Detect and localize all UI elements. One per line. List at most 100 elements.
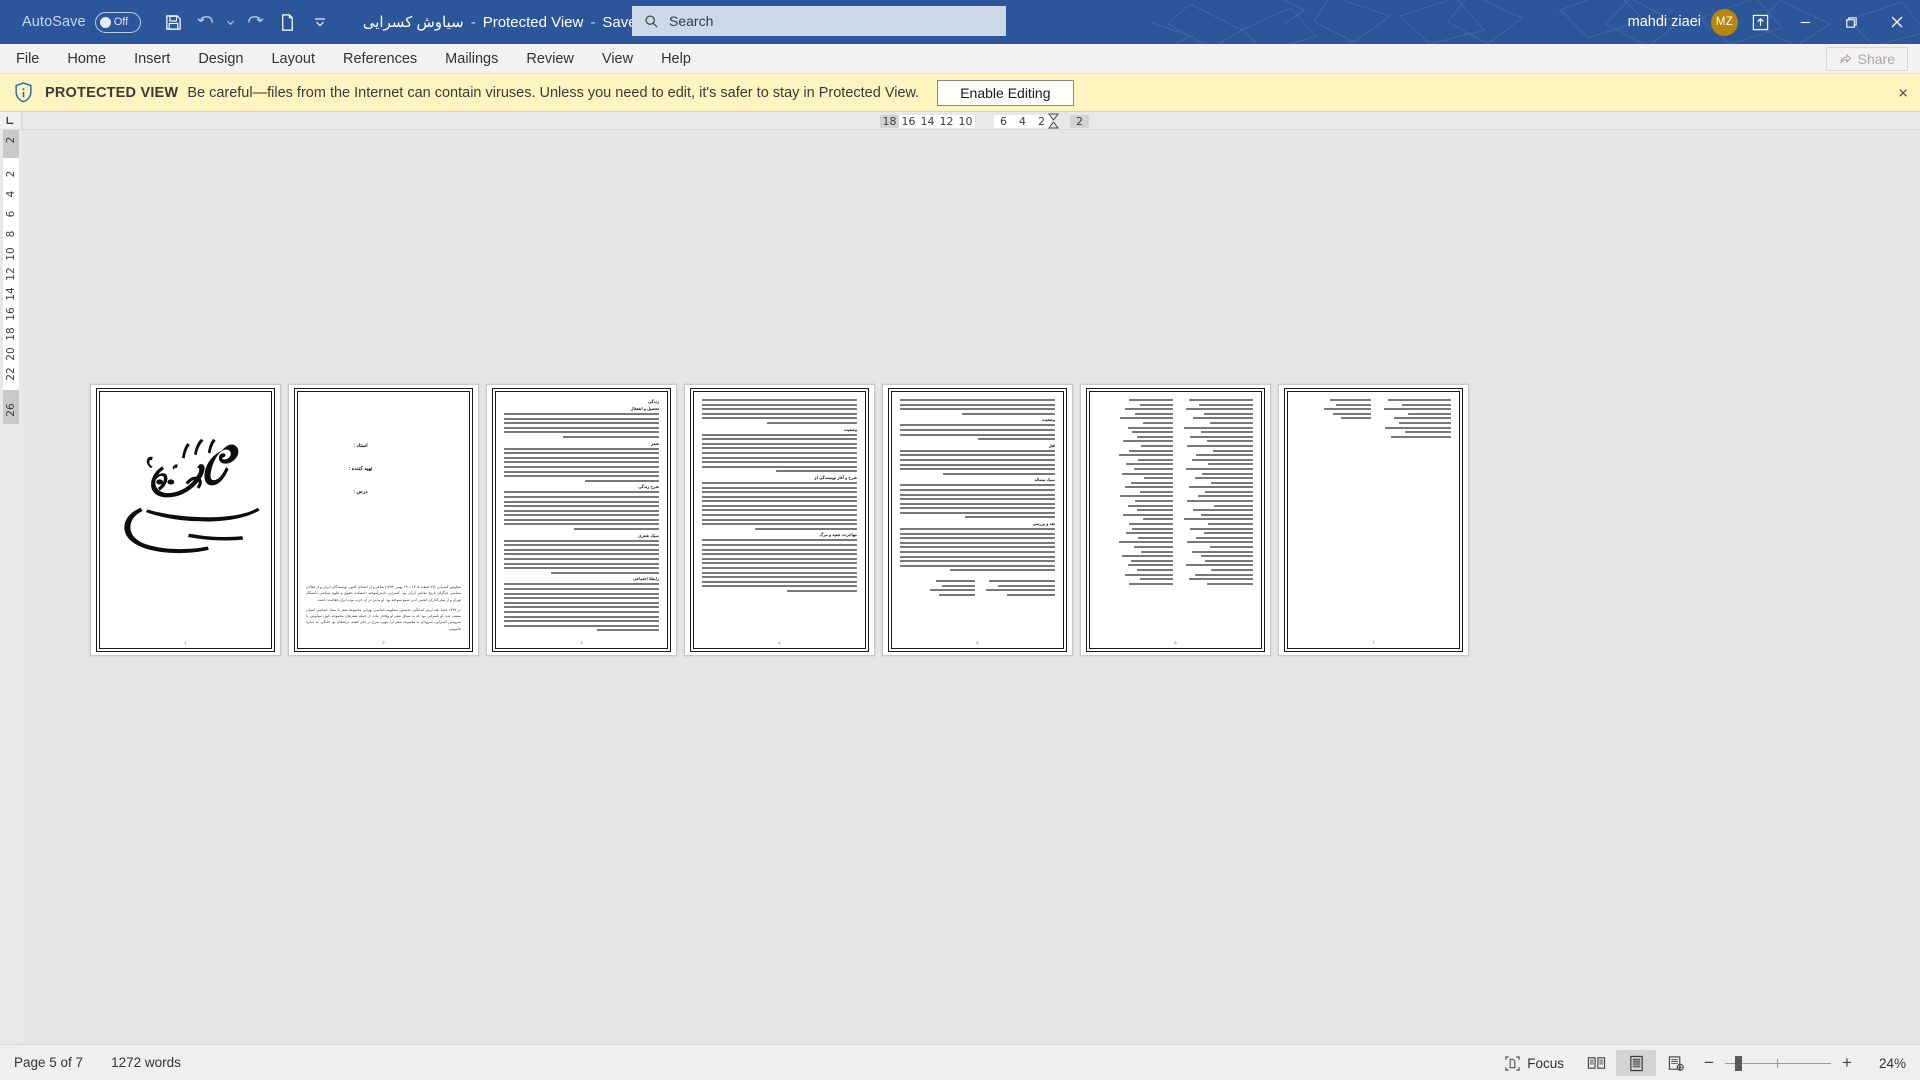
page-4-heading-1: وضعیت [844,426,857,432]
left-tab-stop-icon[interactable] [0,112,22,129]
zoom-out-button[interactable]: − [1696,1053,1722,1073]
autosave-label: AutoSave [22,14,86,30]
focus-mode-button[interactable]: Focus [1493,1050,1576,1076]
pages-strip: 1 استاد : تهیه کننده : درس : سیاوش کسرای… [90,384,1469,656]
page-7-poem-columns [1296,399,1451,440]
avatar[interactable]: MZ [1711,8,1738,36]
ruler-tick-10: 10 [956,114,975,128]
vertical-ruler[interactable]: 2 2 4 6 8 10 12 14 16 18 20 22 26 [0,130,22,1044]
minimize-button[interactable] [1782,0,1828,44]
tab-home[interactable]: Home [53,45,120,73]
enable-editing-button[interactable]: Enable Editing [937,79,1074,106]
close-icon[interactable]: × [1898,84,1908,101]
status-bar: Page 5 of 7 1272 words Focus − + 24% [0,1044,1920,1080]
redo-icon[interactable] [241,7,271,37]
hanging-indent-marker[interactable] [1048,122,1059,129]
title-separator-2: - [590,13,596,31]
page-3-heading-1: زندگی [648,399,659,404]
page-4-number: 4 [778,640,781,645]
search-icon [644,14,659,29]
read-mode-icon[interactable] [1576,1050,1616,1076]
title-separator-1: - [470,13,476,31]
word-count[interactable]: 1272 words [111,1055,181,1070]
tab-mailings[interactable]: Mailings [431,45,512,73]
vruler-tick-22: 22 [5,367,17,381]
tab-design[interactable]: Design [184,45,257,73]
tab-help[interactable]: Help [647,45,705,73]
page-5-heading-2: قتل [1048,442,1055,448]
document-page-6[interactable]: 6 [1080,384,1271,656]
ruler-tick-18: 18 [880,114,899,128]
tab-layout[interactable]: Layout [257,45,329,73]
zoom-in-button[interactable]: + [1834,1053,1860,1073]
search-input[interactable]: Search [632,6,1006,36]
ruler-tick-2b: 2 [1070,114,1089,128]
page-canvas[interactable]: 1 استاد : تهیه کننده : درس : سیاوش کسرای… [22,130,1920,1044]
first-line-indent-marker[interactable] [1048,113,1059,121]
page-5-number: 5 [976,640,979,645]
autosave-toggle[interactable]: AutoSave Off [22,11,141,33]
page-2-number: 2 [382,640,385,645]
page-4-heading-3: مهاجرت، تبعید و مرگ [819,532,857,538]
vruler-tick-14: 14 [5,287,17,301]
bismillah-calligraphy [124,438,260,554]
ruler-tick-16: 16 [899,114,918,128]
restore-button[interactable] [1828,0,1874,44]
page-5-heading-4: نقد و بررسی [1032,521,1055,527]
document-page-7[interactable]: 7 [1278,384,1469,656]
page-6-number: 6 [1174,640,1177,645]
document-page-5[interactable]: وضعیت قتل سبک مساله نقد و بررسی 5 [882,384,1073,656]
page-6-poem-columns [1098,399,1253,587]
page-5-poem [900,580,1055,598]
undo-dropdown-icon[interactable] [223,7,239,37]
quick-access-toolbar [159,7,335,37]
ribbon-display-options-icon[interactable] [1738,0,1782,44]
tab-view[interactable]: View [588,45,647,73]
page-4-heading-2: شرح و آغاز نویسندگی او [814,474,857,480]
page-5-content: وضعیت قتل سبک مساله نقد و بررسی 5 [888,388,1067,652]
tab-review[interactable]: Review [512,45,588,73]
document-name: سیاوش کسرایی [362,14,464,31]
horizontal-ruler[interactable]: 18 16 14 12 10 6 4 2 2 [0,112,1920,130]
new-blank-document-icon[interactable] [273,7,303,37]
field-author: تهیه کننده : [348,466,373,472]
document-page-2[interactable]: استاد : تهیه کننده : درس : سیاوش کسرایی … [288,384,479,656]
vruler-tick-26: 26 [5,403,17,417]
user-name: mahdi ziaei [1627,14,1701,30]
focus-mode-icon [1505,1055,1520,1071]
page-7-content: 7 [1284,388,1463,652]
autosave-switch[interactable]: Off [94,11,141,33]
ruler-tick-4: 4 [1013,114,1032,128]
save-icon[interactable] [159,7,189,37]
web-layout-icon[interactable] [1656,1050,1696,1076]
field-instructor: استاد : [353,443,368,449]
customize-quick-access-toolbar-icon[interactable] [305,7,335,37]
document-page-4[interactable]: وضعیت شرح و آغاز نویسندگی او مهاجرت، تبع… [684,384,875,656]
search-placeholder: Search [669,13,714,29]
page-3-heading-2: تحصیل و اشتغال [630,406,659,411]
page-7-poem-column-right [1377,399,1451,440]
zoom-slider[interactable] [1725,1055,1831,1071]
protected-view-state: Protected View [482,13,584,31]
page-indicator[interactable]: Page 5 of 7 [14,1055,83,1070]
page-3-content: زندگی تحصیل و اشتغال شعر شرح زندگی سبک ش… [492,388,671,652]
tab-insert[interactable]: Insert [120,45,184,73]
vruler-tick-4: 4 [5,190,17,198]
vruler-tick-18: 18 [5,327,17,341]
page-6-poem-column-right [1179,399,1253,587]
close-button[interactable] [1874,0,1920,44]
undo-icon[interactable] [191,7,221,37]
vruler-tick-16: 16 [5,307,17,321]
page-2-paragraph-2: در ۱۳۳۷ قصهٔ بلند آرش کمانگیر، نخستین من… [306,607,461,631]
print-layout-icon[interactable] [1616,1050,1656,1076]
tab-file[interactable]: File [0,45,53,73]
ribbon-tab-bar: File Home Insert Design Layout Reference… [0,44,1920,74]
document-page-1[interactable]: 1 [90,384,281,656]
page-3-heading-6: رابطهٔ اجتماعی [633,576,659,582]
share-button[interactable]: Share [1825,47,1908,71]
document-page-3[interactable]: زندگی تحصیل و اشتغال شعر شرح زندگی سبک ش… [486,384,677,656]
tab-references[interactable]: References [329,45,431,73]
focus-mode-label: Focus [1527,1055,1564,1071]
zoom-level[interactable]: 24% [1860,1056,1906,1071]
zoom-slider-thumb[interactable] [1735,1055,1742,1071]
